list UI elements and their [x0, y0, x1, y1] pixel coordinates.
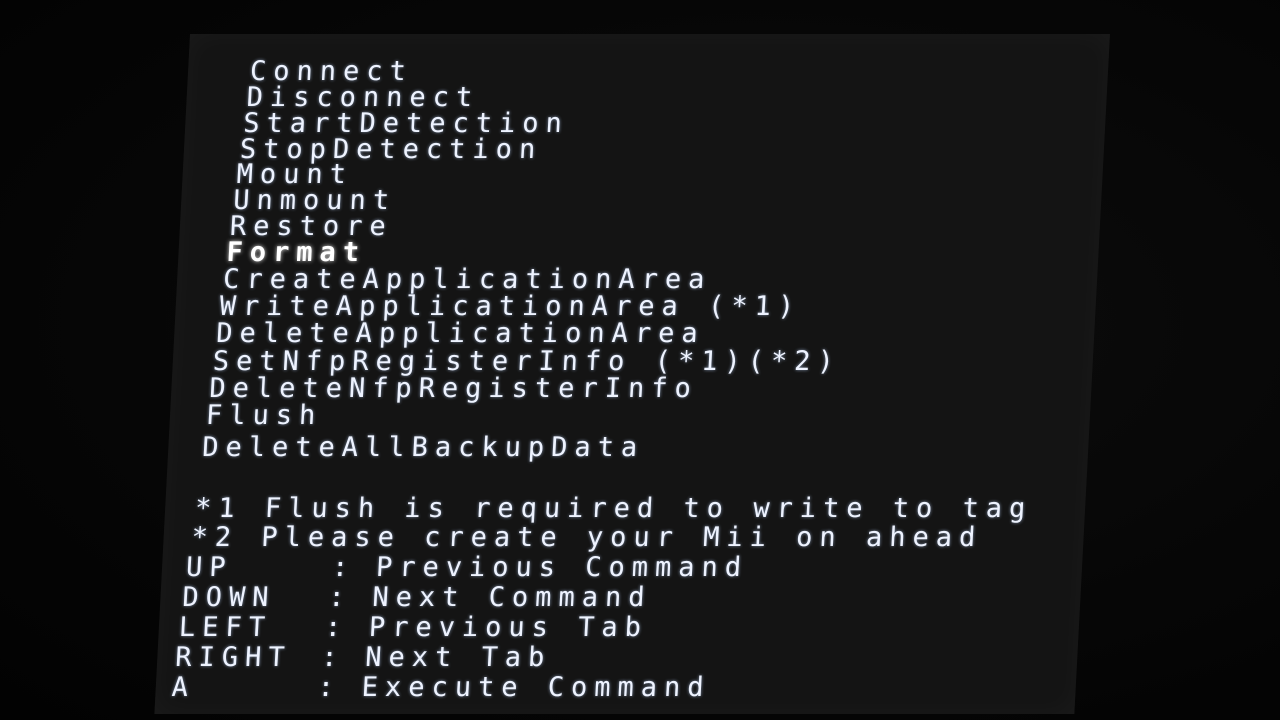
- control-action: Previous Command: [375, 552, 749, 583]
- control-action: Next Tab: [364, 642, 553, 673]
- menu-item-unmount[interactable]: Unmount: [232, 185, 396, 216]
- control-key: A: [170, 672, 196, 703]
- menu-item-delete-all-backup-data[interactable]: DeleteAllBackupData: [202, 432, 645, 463]
- control-key: DOWN: [181, 582, 277, 613]
- footnote-flush-required: *1 Flush is required to write to tag: [194, 493, 1034, 524]
- footnote-create-mii: *2 Please create your Mii on ahead: [190, 522, 984, 553]
- menu-item-disconnect[interactable]: Disconnect: [246, 82, 480, 113]
- menu-item-start-detection[interactable]: StartDetection: [242, 108, 569, 139]
- menu-item-create-application-area[interactable]: CreateApplicationArea: [222, 264, 712, 295]
- menu-item-write-application-area[interactable]: WriteApplicationArea (*1): [219, 291, 802, 322]
- control-row-left: LEFT: Previous Tab: [178, 612, 649, 643]
- control-separator: :: [316, 672, 342, 703]
- menu-item-restore[interactable]: Restore: [229, 211, 393, 242]
- control-action: Next Command: [371, 582, 653, 613]
- control-row-a: A: Execute Command: [170, 672, 712, 703]
- control-key: UP: [185, 552, 234, 583]
- menu-item-delete-nfp-register-info[interactable]: DeleteNfpRegisterInfo: [209, 373, 699, 404]
- control-separator: :: [324, 612, 349, 643]
- control-separator: :: [320, 642, 346, 673]
- menu-item-mount[interactable]: Mount: [236, 159, 354, 190]
- control-row-down: DOWN: Next Command: [181, 582, 653, 613]
- control-separator: :: [331, 552, 357, 583]
- control-row-right: RIGHT: Next Tab: [174, 642, 553, 673]
- control-key: LEFT: [178, 612, 273, 643]
- menu-item-flush[interactable]: Flush: [205, 400, 323, 431]
- control-separator: :: [327, 582, 353, 613]
- menu-item-delete-application-area[interactable]: DeleteApplicationArea: [215, 318, 705, 349]
- control-action: Execute Command: [360, 672, 712, 703]
- console-screen: Connect Disconnect StartDetection StopDe…: [154, 34, 1110, 714]
- menu-item-connect[interactable]: Connect: [249, 56, 413, 87]
- control-action: Previous Tab: [368, 612, 649, 643]
- menu-item-format[interactable]: Format: [226, 237, 367, 268]
- control-key: RIGHT: [174, 642, 293, 673]
- menu-item-set-nfp-register-info[interactable]: SetNfpRegisterInfo (*1)(*2): [212, 346, 842, 377]
- control-row-up: UP: Previous Command: [185, 552, 749, 583]
